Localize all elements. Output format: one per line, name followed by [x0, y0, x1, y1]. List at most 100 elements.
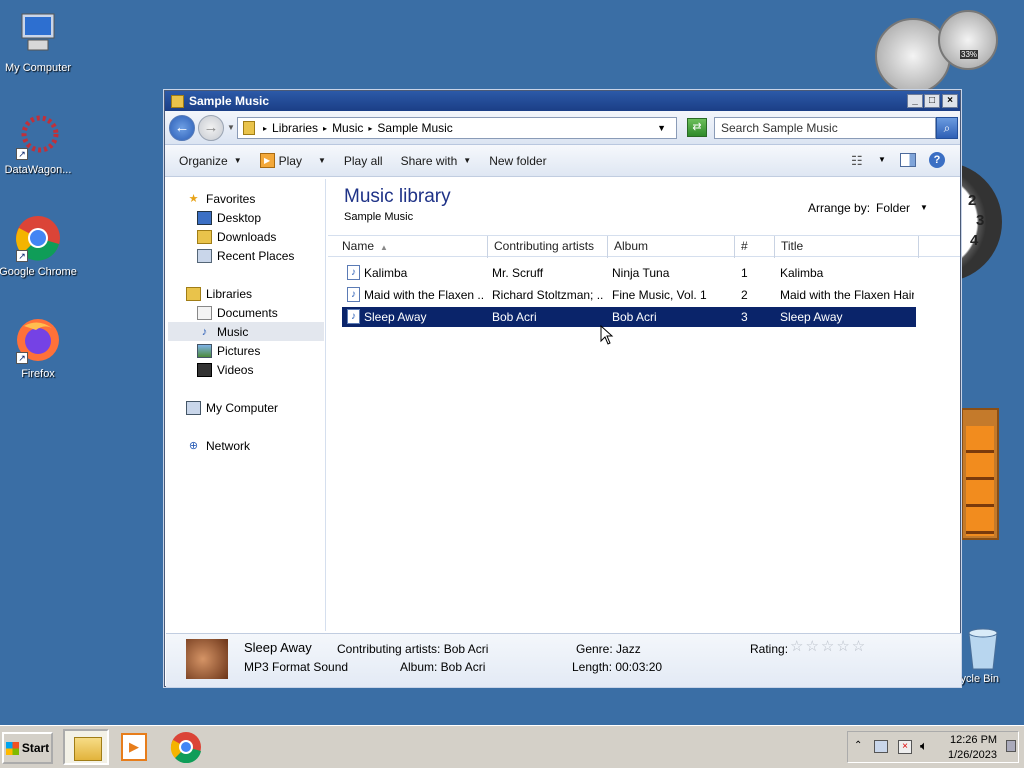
- refresh-button[interactable]: ⇄: [687, 118, 707, 137]
- file-row[interactable]: ♪ Kalimba Mr. Scruff Ninja Tuna 1 Kalimb…: [342, 263, 916, 283]
- clock-numeral: 2: [968, 192, 977, 209]
- nav-music[interactable]: ♪ Music: [168, 322, 324, 341]
- maximize-button[interactable]: □: [924, 94, 940, 108]
- nav-label: Favorites: [206, 191, 256, 206]
- forward-button[interactable]: →: [198, 114, 224, 141]
- minimize-button[interactable]: _: [907, 94, 923, 108]
- action-center-icon[interactable]: ×: [898, 740, 912, 754]
- column-header-artists[interactable]: Contributing artists: [488, 236, 608, 258]
- cell-title: Maid with the Flaxen Hair: [780, 288, 914, 302]
- desktop-icon-label: DataWagon...: [4, 164, 72, 176]
- column-header-number[interactable]: #: [735, 236, 775, 258]
- search-input[interactable]: Search Sample Music: [714, 117, 936, 139]
- desktop-icon-datawagon[interactable]: ↗ DataWagon...: [0, 112, 78, 176]
- firefox-icon: ↗: [14, 316, 62, 364]
- shortcut-arrow-icon: ↗: [16, 250, 28, 262]
- nav-label: My Computer: [206, 400, 279, 415]
- column-header-name[interactable]: Name ▲: [336, 236, 488, 258]
- nav-my-computer[interactable]: My Computer: [186, 398, 346, 417]
- volume-icon[interactable]: 🔈︎: [920, 738, 928, 754]
- desktop-icon-my-computer[interactable]: My Computer: [0, 10, 78, 74]
- cell-number: 2: [741, 288, 748, 302]
- address-bar: ← → ▼ ▸ Libraries ▸ Music ▸ Sample Music…: [165, 111, 960, 145]
- nav-label: Libraries: [206, 286, 253, 301]
- chevron-down-icon: ▼: [463, 156, 472, 165]
- taskbar-explorer-button[interactable]: [63, 729, 109, 765]
- breadcrumb-sep-icon[interactable]: ▸: [323, 124, 327, 133]
- sort-ascending-icon: ▲: [380, 243, 388, 252]
- explorer-folder-icon: [74, 737, 102, 761]
- start-label: Start: [21, 741, 50, 755]
- history-dropdown-icon[interactable]: ▼: [227, 123, 235, 132]
- clock-time[interactable]: 12:26 PM: [950, 734, 997, 746]
- chrome-icon: ↗: [14, 214, 62, 262]
- view-dropdown-icon[interactable]: ▼: [878, 155, 886, 164]
- downloads-folder-icon: [197, 229, 212, 244]
- shortcut-arrow-icon: ↗: [16, 148, 28, 160]
- nav-favorites[interactable]: ★ Favorites: [186, 189, 346, 208]
- network-tray-icon[interactable]: [874, 740, 888, 753]
- show-hidden-icons-button[interactable]: ⌃: [854, 740, 862, 751]
- file-row[interactable]: ♪ Maid with the Flaxen ... Richard Stolt…: [342, 285, 916, 305]
- recent-places-icon: [197, 248, 212, 263]
- nav-network[interactable]: ⊕ Network: [186, 436, 346, 455]
- recycle-bin-icon: [963, 625, 1003, 671]
- music-note-icon: ♪: [201, 325, 208, 338]
- play-button[interactable]: ▶ Play: [259, 153, 302, 168]
- clock-numeral: 4: [970, 232, 979, 249]
- play-icon: ▶: [259, 153, 275, 168]
- library-subtitle: Sample Music: [344, 211, 414, 223]
- album-art-thumbnail: [186, 639, 228, 679]
- breadcrumb-sample-music[interactable]: Sample Music: [377, 121, 452, 135]
- arrange-by-value: Folder: [876, 201, 911, 215]
- help-icon[interactable]: ?: [929, 152, 945, 168]
- arrange-by-label: Arrange by:: [808, 201, 871, 215]
- search-icon[interactable]: ⌕: [936, 117, 958, 139]
- file-row-selected[interactable]: ♪ Sleep Away Bob Acri Bob Acri 3 Sleep A…: [342, 307, 916, 327]
- details-artists: Contributing artists: Bob Acri: [337, 642, 489, 656]
- preview-pane-icon[interactable]: [900, 153, 916, 167]
- column-header-album[interactable]: Album: [608, 236, 735, 258]
- desktop-icon-firefox[interactable]: ↗ Firefox: [0, 316, 78, 380]
- cell-number: 1: [741, 266, 748, 280]
- taskbar-media-player-button[interactable]: ▶: [114, 729, 154, 765]
- cell-name: Maid with the Flaxen ...: [364, 288, 484, 302]
- show-desktop-icon[interactable]: [1006, 740, 1016, 752]
- new-folder-button[interactable]: New folder: [489, 154, 546, 168]
- desktop-icon-chrome[interactable]: ↗ Google Chrome: [0, 214, 78, 278]
- start-button[interactable]: Start: [2, 732, 53, 764]
- column-label: Name: [342, 239, 375, 253]
- address-dropdown-icon[interactable]: ▼: [657, 123, 666, 133]
- taskbar-chrome-button[interactable]: [166, 729, 206, 765]
- view-options-icon[interactable]: ☷: [851, 153, 863, 169]
- cell-album: Fine Music, Vol. 1: [612, 288, 707, 302]
- cell-artist: Bob Acri: [492, 310, 537, 324]
- column-header-title[interactable]: Title: [775, 236, 919, 258]
- play-options-dropdown[interactable]: ▼: [312, 156, 326, 165]
- cell-number: 3: [741, 310, 748, 324]
- slideshow-gadget[interactable]: [961, 408, 999, 540]
- share-with-button[interactable]: Share with ▼: [401, 154, 472, 168]
- window-titlebar[interactable]: Sample Music _ □ ×: [165, 91, 960, 111]
- nav-label: Music: [217, 324, 249, 339]
- nav-libraries[interactable]: Libraries: [186, 284, 346, 303]
- breadcrumb-libraries[interactable]: Libraries: [272, 121, 318, 135]
- organize-button[interactable]: Organize ▼: [179, 154, 242, 168]
- star-icon: ★: [188, 192, 199, 205]
- close-button[interactable]: ×: [942, 94, 958, 108]
- address-field[interactable]: ▸ Libraries ▸ Music ▸ Sample Music ▼: [237, 117, 677, 139]
- breadcrumb-sep-icon[interactable]: ▸: [368, 124, 372, 133]
- desktop-icon-recycle-bin[interactable]: cycle Bin: [955, 625, 1015, 685]
- clock-date[interactable]: 1/26/2023: [948, 749, 997, 761]
- back-button[interactable]: ←: [169, 114, 195, 141]
- file-list-pane: Music library Sample Music Arrange by: F…: [328, 179, 960, 631]
- organize-label: Organize: [179, 153, 228, 168]
- cell-artist: Richard Stoltzman; ...: [492, 288, 604, 302]
- breadcrumb-music[interactable]: Music: [332, 121, 363, 135]
- play-all-button[interactable]: Play all: [344, 154, 383, 168]
- datawagon-icon: ↗: [14, 112, 62, 160]
- rating-stars[interactable]: ☆☆☆☆☆: [790, 637, 867, 655]
- memory-meter-gadget[interactable]: 33%: [938, 10, 998, 70]
- windows-logo-icon: [5, 741, 19, 755]
- arrange-by-dropdown[interactable]: Folder ▼: [876, 201, 928, 215]
